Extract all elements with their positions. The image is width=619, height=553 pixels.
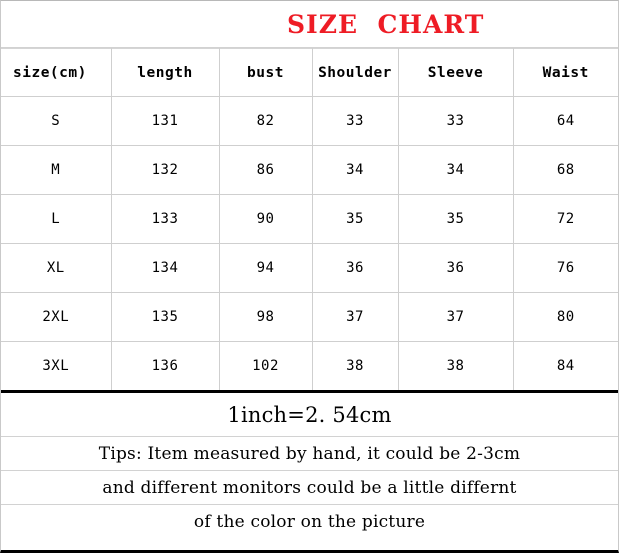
cell-bust: 94	[218, 243, 313, 293]
table-row: M 132 86 34 34 68	[1, 145, 618, 195]
conversion-row: 1inch=2. 54cm	[1, 393, 618, 437]
cell-length: 136	[110, 341, 220, 393]
tip-line-1: Tips: Item measured by hand, it could be…	[1, 436, 618, 471]
size-chart-table: size(cm) length bust Shoulder Sleeve Wai…	[1, 48, 618, 393]
table-header-row: size(cm) length bust Shoulder Sleeve Wai…	[1, 48, 618, 97]
cell-waist: 68	[512, 145, 618, 195]
table-row: L 133 90 35 35 72	[1, 194, 618, 244]
cell-length: 132	[110, 145, 220, 195]
cell-shoulder: 38	[311, 341, 399, 393]
cell-size: XL	[1, 243, 112, 293]
cell-waist: 80	[512, 292, 618, 342]
cell-waist: 84	[512, 341, 618, 393]
cell-sleeve: 37	[397, 292, 514, 342]
table-row: 3XL 136 102 38 38 84	[1, 341, 618, 393]
cell-length: 131	[110, 96, 220, 146]
cell-bust: 98	[218, 292, 313, 342]
cell-sleeve: 35	[397, 194, 514, 244]
cell-sleeve: 36	[397, 243, 514, 293]
cell-size: M	[1, 145, 112, 195]
cell-shoulder: 36	[311, 243, 399, 293]
cell-length: 135	[110, 292, 220, 342]
size-chart-sheet: SIZE CHART size(cm) length bust Shoulder…	[0, 0, 619, 553]
table-row: XL 134 94 36 36 76	[1, 243, 618, 293]
cell-size: 2XL	[1, 292, 112, 342]
unit-conversion-note: 1inch=2. 54cm	[1, 393, 618, 437]
cell-waist: 64	[512, 96, 618, 146]
title-band: SIZE CHART	[1, 1, 618, 48]
column-header-sleeve: Sleeve	[397, 48, 514, 97]
cell-bust: 102	[218, 341, 313, 393]
cell-size: L	[1, 194, 112, 244]
column-header-waist: Waist	[512, 48, 618, 97]
cell-shoulder: 37	[311, 292, 399, 342]
cell-size: 3XL	[1, 341, 112, 393]
cell-size: S	[1, 96, 112, 146]
notes-section: 1inch=2. 54cm Tips: Item measured by han…	[1, 393, 618, 538]
tip-row: Tips: Item measured by hand, it could be…	[1, 436, 618, 471]
column-header-bust: bust	[218, 48, 313, 97]
page-title: SIZE CHART	[287, 9, 485, 39]
tip-row: of the color on the picture	[1, 505, 618, 539]
cell-bust: 82	[218, 96, 313, 146]
cell-length: 133	[110, 194, 220, 244]
cell-bust: 86	[218, 145, 313, 195]
cell-bust: 90	[218, 194, 313, 244]
column-header-shoulder: Shoulder	[311, 48, 399, 97]
cell-shoulder: 34	[311, 145, 399, 195]
cell-shoulder: 35	[311, 194, 399, 244]
column-header-length: length	[110, 48, 220, 97]
cell-sleeve: 34	[397, 145, 514, 195]
cell-sleeve: 38	[397, 341, 514, 393]
cell-shoulder: 33	[311, 96, 399, 146]
tip-row: and different monitors could be a little…	[1, 470, 618, 505]
table-row: S 131 82 33 33 64	[1, 96, 618, 146]
column-header-size: size(cm)	[1, 48, 112, 97]
tip-line-2: and different monitors could be a little…	[1, 470, 618, 505]
tip-line-3: of the color on the picture	[193, 511, 426, 532]
cell-length: 134	[110, 243, 220, 293]
cell-waist: 72	[512, 194, 618, 244]
table-row: 2XL 135 98 37 37 80	[1, 292, 618, 342]
cell-waist: 76	[512, 243, 618, 293]
cell-sleeve: 33	[397, 96, 514, 146]
